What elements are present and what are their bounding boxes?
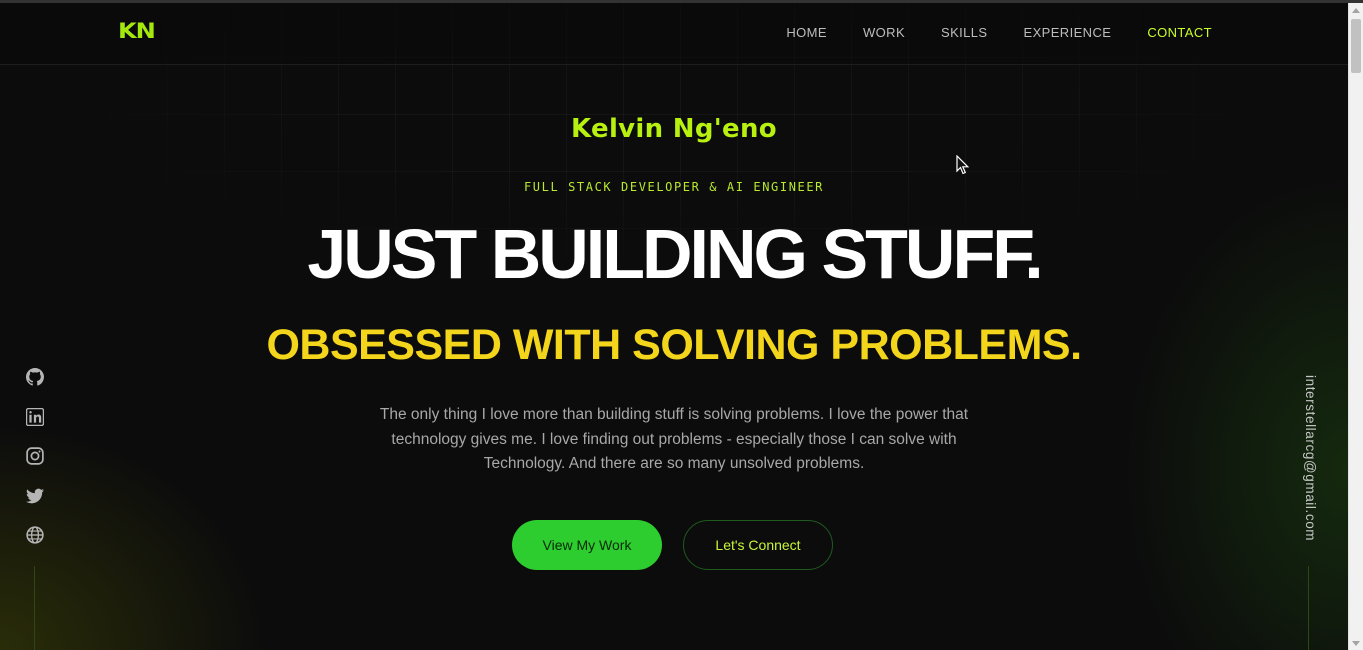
hero-headline: JUST BUILDING STUFF.	[307, 215, 1043, 293]
hero-intro: The only thing I love more than building…	[379, 406, 969, 472]
view-my-work-button[interactable]: View My Work	[512, 520, 662, 570]
right-divider-line	[1308, 566, 1309, 650]
page-background: KN HOME WORK SKILLS EXPERIENCE CONTACT K…	[0, 0, 1348, 650]
main-nav: HOME WORK SKILLS EXPERIENCE CONTACT	[750, 25, 1212, 40]
nav-home[interactable]: HOME	[786, 25, 827, 40]
nav-contact[interactable]: CONTACT	[1147, 25, 1212, 40]
hero-name: Kelvin Ng'eno	[571, 114, 777, 144]
window-top-border	[0, 0, 1363, 3]
logo[interactable]: KN	[118, 19, 156, 43]
mouse-cursor-icon	[956, 155, 970, 175]
nav-skills[interactable]: SKILLS	[941, 25, 988, 40]
globe-icon[interactable]	[24, 526, 46, 548]
twitter-icon[interactable]	[24, 487, 46, 509]
social-links	[24, 366, 46, 566]
github-icon[interactable]	[24, 368, 46, 390]
instagram-icon[interactable]	[24, 447, 46, 469]
scroll-up-arrow-icon[interactable]	[1352, 8, 1360, 13]
hero-role: FULL STACK DEVELOPER & AI ENGINEER	[523, 180, 825, 194]
scroll-down-arrow-icon[interactable]	[1352, 641, 1360, 646]
navbar: KN HOME WORK SKILLS EXPERIENCE CONTACT	[0, 3, 1348, 65]
left-divider-line	[34, 566, 35, 650]
email-link[interactable]: interstellarcg@gmail.com	[1296, 375, 1318, 545]
scroll-thumb[interactable]	[1351, 19, 1361, 73]
nav-experience[interactable]: EXPERIENCE	[1024, 25, 1112, 40]
nav-work[interactable]: WORK	[863, 25, 905, 40]
linkedin-icon[interactable]	[24, 407, 46, 430]
hero-subheadline: OBSESSED WITH SOLVING PROBLEMS.	[266, 321, 1082, 369]
lets-connect-button[interactable]: Let's Connect	[683, 520, 833, 570]
vertical-scrollbar[interactable]	[1348, 3, 1363, 650]
